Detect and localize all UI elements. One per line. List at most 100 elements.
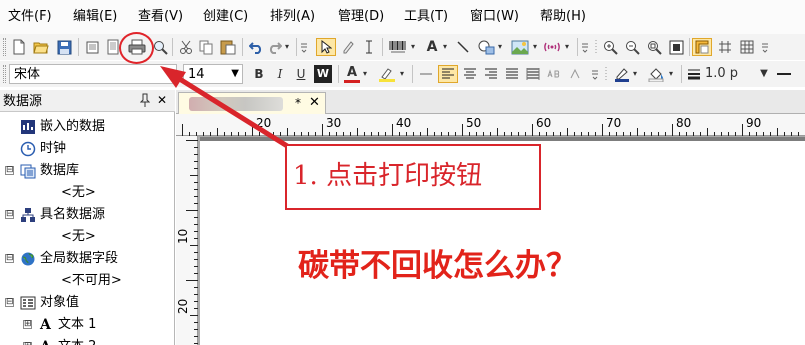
highlight-dropdown-icon[interactable]: ▾	[398, 65, 406, 83]
chevron-down-icon[interactable]: ▼	[231, 68, 239, 79]
toolbar-grip[interactable]	[604, 65, 608, 83]
align-right-icon[interactable]	[483, 65, 499, 83]
tree-item-text-1[interactable]: ⊞ A 文本 1	[0, 314, 175, 336]
copy-icon[interactable]	[198, 38, 214, 56]
menu-window[interactable]: 窗口(W)	[470, 9, 519, 25]
distribute-icon[interactable]	[525, 65, 541, 83]
rfid-icon[interactable]	[542, 38, 562, 56]
toolbar-grip[interactable]	[3, 65, 6, 83]
line-tool-icon[interactable]	[455, 38, 471, 56]
font-color-dropdown-icon[interactable]: ▾	[361, 65, 369, 83]
collapse-icon[interactable]: ⊟	[5, 166, 14, 175]
zoom-fit-icon[interactable]	[645, 38, 663, 56]
tree-item-text-2[interactable]: ⊞ A 文本 2	[0, 336, 175, 345]
collapse-icon[interactable]: ⊟	[5, 254, 14, 263]
toolbar-overflow-icon[interactable]	[590, 65, 600, 83]
word-wrap-button[interactable]: W	[314, 65, 332, 83]
text-object-icon[interactable]: A	[424, 38, 440, 56]
document-tab[interactable]: * ✕	[178, 92, 326, 114]
menu-tools[interactable]: 工具(T)	[404, 9, 448, 25]
tree-item-label: 数据库	[40, 163, 80, 178]
font-name-combo[interactable]: 宋体 ▼	[9, 64, 177, 84]
select-pointer-icon[interactable]	[316, 38, 336, 56]
align-center-icon[interactable]	[462, 65, 478, 83]
menu-create[interactable]: 创建(C)	[203, 9, 248, 25]
paste-icon[interactable]	[219, 38, 237, 56]
toolbar-overflow-icon[interactable]	[299, 38, 309, 56]
underline-button[interactable]: U	[293, 65, 309, 83]
cut-icon[interactable]	[178, 38, 194, 56]
zoom-out-icon[interactable]	[623, 38, 641, 56]
toolbar-separator	[382, 38, 383, 56]
fill-color-icon[interactable]	[646, 65, 666, 83]
tree-item-named-data-source[interactable]: ⊟ 具名数据源	[0, 204, 175, 226]
close-icon[interactable]: ✕	[157, 93, 167, 107]
pin-icon[interactable]	[139, 93, 151, 110]
text-dropdown-icon[interactable]: ▾	[441, 38, 449, 56]
shape-tool-icon[interactable]	[476, 38, 496, 56]
expand-icon[interactable]: ⊞	[23, 320, 32, 329]
align-left-icon[interactable]	[438, 65, 458, 83]
image-dropdown-icon[interactable]: ▾	[531, 38, 539, 56]
panel-header: 数据源 ✕	[0, 90, 175, 112]
text-rotate-icon[interactable]	[568, 65, 584, 83]
text-direction-icon[interactable]	[546, 65, 564, 83]
undo-icon[interactable]	[248, 38, 264, 56]
toolbar-separator	[242, 38, 243, 56]
new-document-icon[interactable]	[10, 38, 28, 56]
highlight-icon[interactable]	[377, 65, 397, 83]
rulers-toggle-icon[interactable]	[692, 38, 712, 56]
zoom-preview-icon[interactable]	[152, 38, 168, 56]
line-spacing-icon[interactable]	[418, 65, 434, 83]
menu-view[interactable]: 查看(V)	[138, 9, 183, 25]
menu-file[interactable]: 文件(F)	[8, 9, 52, 25]
open-folder-icon[interactable]	[32, 38, 50, 56]
save-icon[interactable]	[55, 38, 73, 56]
annotation-text: 1. 点击打印按钮	[293, 161, 483, 191]
tree-item-object-values[interactable]: ⊟ 对象值	[0, 292, 175, 314]
redo-icon[interactable]	[268, 38, 282, 56]
tree-item-clock[interactable]: 时钟	[0, 138, 175, 160]
tree-item-database[interactable]: ⊟ 数据库	[0, 160, 175, 182]
fill-color-dropdown-icon[interactable]: ▾	[667, 65, 675, 83]
redo-dropdown-icon[interactable]: ▾	[283, 38, 291, 56]
text-cursor-icon[interactable]	[362, 38, 376, 56]
align-justify-icon[interactable]	[504, 65, 520, 83]
zoom-page-icon[interactable]	[667, 38, 685, 56]
bold-button[interactable]: B	[251, 65, 267, 83]
line-style-icon[interactable]	[775, 65, 793, 83]
pen-color-icon[interactable]	[613, 65, 631, 83]
chevron-down-icon[interactable]: ▼	[165, 68, 173, 79]
tree-item-embedded-data[interactable]: 嵌入的数据	[0, 116, 175, 138]
font-size-combo[interactable]: 14 ▼	[183, 64, 243, 84]
pen-color-dropdown-icon[interactable]: ▾	[631, 65, 639, 83]
toolbar-grip[interactable]	[594, 38, 598, 56]
barcode-dropdown-icon[interactable]: ▾	[409, 38, 417, 56]
font-color-button[interactable]: A	[344, 65, 360, 83]
line-width-dropdown-icon[interactable]: ▼	[757, 65, 771, 83]
menu-arrange[interactable]: 排列(A)	[270, 9, 315, 25]
line-width-icon[interactable]	[686, 65, 702, 83]
image-tool-icon[interactable]	[510, 38, 530, 56]
close-tab-icon[interactable]: ✕	[309, 95, 320, 110]
menu-help[interactable]: 帮助(H)	[540, 9, 586, 25]
collapse-icon[interactable]: ⊟	[5, 298, 14, 307]
pan-tool-icon[interactable]	[340, 38, 356, 56]
toolbar-grip[interactable]	[3, 38, 6, 56]
grid-icon[interactable]	[738, 38, 756, 56]
toolbar-overflow-icon[interactable]	[760, 38, 770, 56]
menu-manage[interactable]: 管理(D)	[338, 9, 384, 25]
italic-button[interactable]: I	[272, 65, 288, 83]
tree-item-global-fields[interactable]: ⊟ 全局数据字段	[0, 248, 175, 270]
line-width-value[interactable]: 1.0 p	[705, 65, 755, 83]
shape-dropdown-icon[interactable]: ▾	[496, 38, 504, 56]
page-setup-icon[interactable]	[83, 38, 101, 56]
collapse-icon[interactable]: ⊟	[5, 210, 14, 219]
snap-grid-icon[interactable]	[716, 38, 734, 56]
barcode-icon[interactable]	[388, 38, 408, 56]
menu-edit[interactable]: 编辑(E)	[73, 9, 117, 25]
toolbar-overflow-icon[interactable]	[580, 38, 590, 56]
zoom-in-icon[interactable]	[601, 38, 619, 56]
tree-item-label: 文本 2	[58, 336, 96, 345]
rfid-dropdown-icon[interactable]: ▾	[563, 38, 571, 56]
